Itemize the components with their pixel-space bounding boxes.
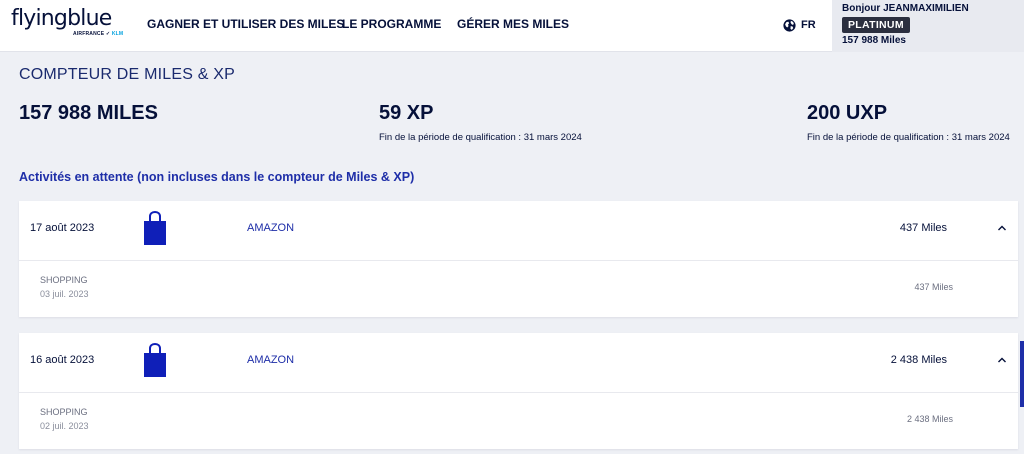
xp-qualification-end: Fin de la période de qualification : 31 … bbox=[379, 132, 582, 143]
uxp-qualification-end: Fin de la période de qualification : 31 … bbox=[807, 132, 1010, 143]
activity-date: 17 août 2023 bbox=[30, 222, 95, 234]
user-greeting: Bonjour JEANMAXIMILIEN bbox=[842, 3, 969, 14]
activity-category: SHOPPING bbox=[40, 407, 88, 417]
miles-total: 157 988 MILES bbox=[19, 102, 158, 124]
activity-merchant: AMAZON bbox=[247, 222, 295, 234]
activity-card-header[interactable]: 16 août 2023 AMAZON 2 438 Miles bbox=[19, 333, 1018, 393]
user-miles-balance: 157 988 Miles bbox=[842, 35, 906, 46]
nav-programme[interactable]: LE PROGRAMME bbox=[342, 17, 441, 31]
globe-icon bbox=[783, 18, 796, 32]
chevron-up-icon[interactable] bbox=[997, 223, 1007, 233]
activity-card: 16 août 2023 AMAZON 2 438 Miles SHOPPING… bbox=[19, 333, 1018, 449]
logo-partners: AIRFRANCE ✓ KLM bbox=[73, 31, 123, 37]
nav-manage-miles[interactable]: GÉRER MES MILES bbox=[457, 17, 569, 31]
chevron-up-icon[interactable] bbox=[997, 355, 1007, 365]
activity-detail-miles: 2 438 Miles bbox=[906, 414, 953, 424]
activity-card-header[interactable]: 17 août 2023 AMAZON 437 Miles bbox=[19, 201, 1018, 261]
nav-earn-use-miles[interactable]: GAGNER ET UTILISER DES MILES bbox=[147, 17, 344, 31]
top-header: flyingblue AIRFRANCE ✓ KLM GAGNER ET UTI… bbox=[0, 0, 1024, 52]
flyingblue-logo[interactable]: flyingblue AIRFRANCE ✓ KLM bbox=[11, 7, 129, 45]
language-label: FR bbox=[801, 19, 816, 31]
activity-transaction-date: 03 juil. 2023 bbox=[40, 289, 89, 299]
side-feedback-tab[interactable] bbox=[1020, 341, 1024, 407]
uxp-total: 200 UXP bbox=[807, 102, 888, 124]
activity-merchant: AMAZON bbox=[247, 354, 295, 366]
tier-badge: PLATINUM bbox=[842, 17, 910, 33]
xp-total: 59 XP bbox=[379, 102, 434, 124]
language-selector[interactable]: FR bbox=[783, 16, 816, 34]
counter-title: COMPTEUR DE MILES & XP bbox=[19, 66, 235, 83]
logo-klm: KLM bbox=[111, 31, 124, 37]
activity-detail-miles: 437 Miles bbox=[914, 282, 953, 292]
user-account-box[interactable]: Bonjour JEANMAXIMILIEN PLATINUM 157 988 … bbox=[832, 0, 1024, 52]
activity-transaction-date: 02 juil. 2023 bbox=[40, 421, 89, 431]
shopping-bag-icon bbox=[144, 211, 166, 245]
activity-miles: 2 438 Miles bbox=[890, 354, 947, 366]
activity-category: SHOPPING bbox=[40, 275, 88, 285]
shopping-bag-icon bbox=[144, 343, 166, 377]
logo-airfrance: AIRFRANCE ✓ bbox=[73, 31, 111, 37]
logo-wordmark: flyingblue bbox=[11, 6, 112, 31]
activity-card: 17 août 2023 AMAZON 437 Miles SHOPPING 0… bbox=[19, 201, 1018, 317]
activity-date: 16 août 2023 bbox=[30, 354, 95, 366]
activity-miles: 437 Miles bbox=[899, 222, 947, 234]
pending-activities-title: Activités en attente (non incluses dans … bbox=[19, 170, 415, 184]
